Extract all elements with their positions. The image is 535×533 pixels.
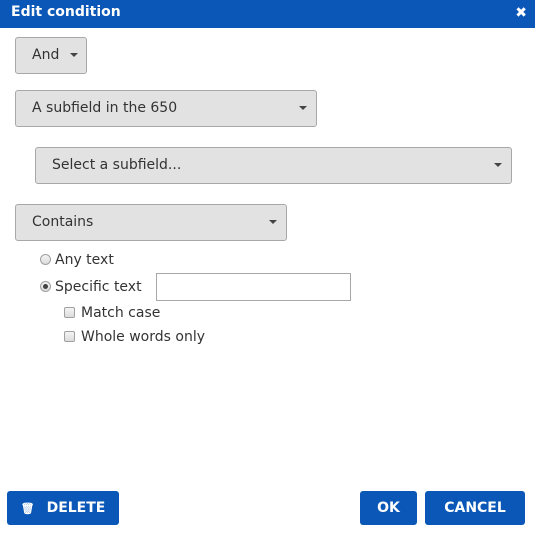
subfield-dropdown[interactable]: Select a subfield... (35, 147, 512, 184)
ok-button[interactable]: OK (360, 491, 417, 525)
caret-down-icon (70, 53, 78, 57)
delete-label: DELETE (46, 500, 106, 516)
caret-down-icon (299, 106, 307, 110)
specific-text-input[interactable] (156, 273, 351, 301)
caret-down-icon (269, 220, 277, 224)
radio-selected-icon[interactable] (40, 281, 51, 292)
cancel-button[interactable]: CANCEL (425, 491, 525, 525)
specific-text-radio[interactable]: Specific text (40, 279, 142, 295)
dialog-header: Edit condition ✖ (0, 0, 535, 28)
checkbox-icon[interactable] (64, 307, 75, 318)
caret-down-icon (494, 163, 502, 167)
dialog-title: Edit condition (11, 4, 121, 20)
close-icon[interactable]: ✖ (515, 5, 527, 21)
radio-icon[interactable] (40, 254, 51, 265)
ok-label: OK (377, 500, 400, 516)
whole-words-label: Whole words only (81, 329, 206, 345)
match-case-label: Match case (81, 305, 161, 321)
comparison-value: Contains (32, 214, 94, 230)
any-text-label: Any text (55, 252, 114, 268)
delete-button[interactable]: 🗑 DELETE (7, 491, 119, 525)
field-dropdown[interactable]: A subfield in the 650 (15, 90, 317, 127)
checkbox-icon[interactable] (64, 331, 75, 342)
comparison-dropdown[interactable]: Contains (15, 204, 287, 241)
operator-dropdown[interactable]: And (15, 37, 87, 74)
subfield-value: Select a subfield... (52, 157, 182, 173)
operator-value: And (32, 47, 60, 63)
cancel-label: CANCEL (444, 500, 506, 516)
whole-words-checkbox[interactable]: Whole words only (64, 329, 205, 345)
field-value: A subfield in the 650 (32, 100, 178, 116)
specific-text-label: Specific text (55, 279, 142, 295)
any-text-radio[interactable]: Any text (40, 252, 114, 268)
match-case-checkbox[interactable]: Match case (64, 305, 160, 321)
trash-icon: 🗑 (20, 501, 35, 515)
